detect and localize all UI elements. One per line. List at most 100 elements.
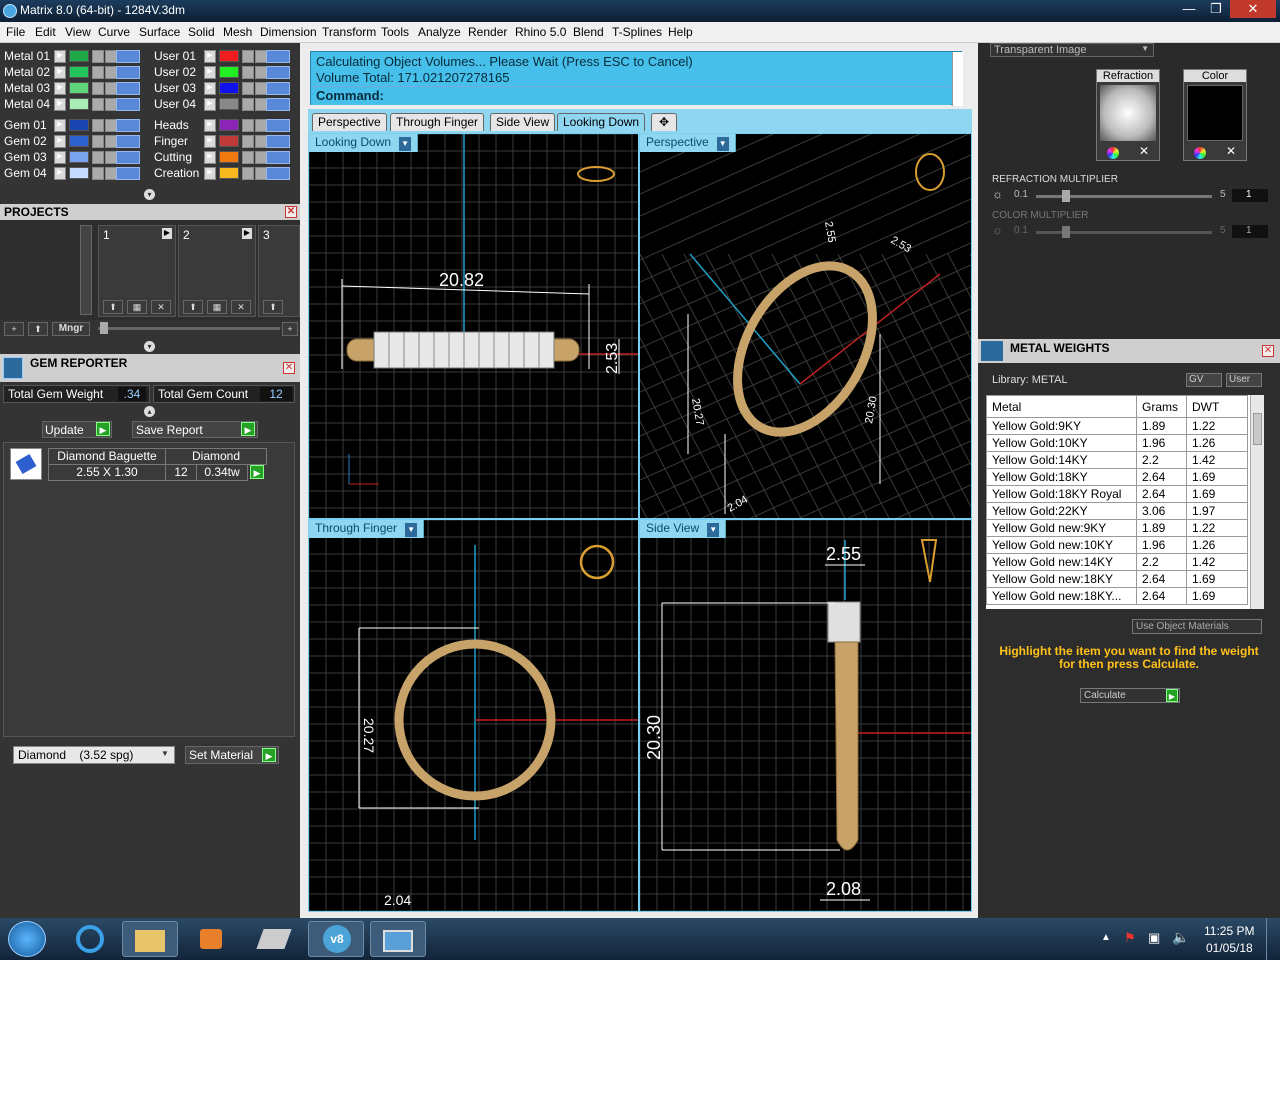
layer-color[interactable] [69, 82, 89, 94]
lock-icon[interactable] [92, 167, 104, 180]
menu-item-dimension[interactable]: Dimension [260, 25, 317, 39]
save-report-button[interactable]: Save Report ▶ [132, 421, 258, 438]
chevron-down-icon[interactable]: ▼ [399, 137, 412, 151]
lock-icon[interactable] [242, 82, 254, 95]
layer-row[interactable]: Metal 01 ▶ [0, 49, 146, 64]
clock-date[interactable]: 01/05/18 [1206, 941, 1253, 955]
add-icon[interactable]: + [282, 322, 298, 336]
metal-row[interactable]: Yellow Gold:10KY 1.96 1.26 [986, 434, 1248, 452]
command-box[interactable]: Calculating Object Volumes... Please Wai… [310, 51, 963, 106]
menu-item-blend[interactable]: Blend [573, 25, 604, 39]
command-line[interactable]: Command: [311, 86, 951, 105]
lock-icon[interactable] [242, 66, 254, 79]
layer-color[interactable] [219, 66, 239, 78]
lock-icon[interactable] [242, 167, 254, 180]
play-icon[interactable]: ▶ [204, 135, 216, 148]
visibility-toggle[interactable] [266, 167, 290, 180]
calculate-button[interactable]: Calculate ▶ [1080, 688, 1180, 703]
lock-icon[interactable] [242, 50, 254, 63]
upload-icon[interactable]: ⬆ [183, 300, 203, 314]
color-swatch[interactable]: Color ✕ [1183, 69, 1247, 161]
show-desktop-button[interactable] [1266, 918, 1280, 960]
visibility-toggle[interactable] [116, 50, 140, 63]
projects-close-icon[interactable]: ✕ [285, 206, 297, 218]
layer-row[interactable]: Gem 04 ▶ [0, 166, 146, 181]
tab-perspective[interactable]: Perspective [312, 113, 387, 131]
volume-icon[interactable]: 🔈 [1172, 929, 1189, 946]
visibility-toggle[interactable] [266, 135, 290, 148]
metal-row[interactable]: Yellow Gold:9KY 1.89 1.22 [986, 417, 1248, 435]
internet-explorer-icon[interactable] [62, 921, 118, 957]
layer-color[interactable] [69, 50, 89, 62]
metal-row[interactable]: Yellow Gold new:18KY... 2.64 1.69 [986, 587, 1248, 605]
metal-row[interactable]: Yellow Gold new:14KY 2.2 1.42 [986, 553, 1248, 571]
collapse-icon[interactable]: ▴ [144, 406, 155, 417]
menu-item-edit[interactable]: Edit [35, 25, 56, 39]
lock-icon[interactable] [92, 135, 104, 148]
metal-weights-close-icon[interactable]: ✕ [1262, 345, 1274, 357]
play-icon[interactable]: ▶ [204, 167, 216, 180]
layer-row[interactable]: User 02 ▶ [150, 65, 296, 80]
show-hidden-icons[interactable]: ▲ [1101, 932, 1111, 943]
clear-icon[interactable]: ✕ [1139, 144, 1149, 158]
image-viewer-icon[interactable] [370, 921, 426, 957]
material-select[interactable]: Diamond (3.52 spg) ▼ [13, 746, 175, 764]
layer-color[interactable] [219, 98, 239, 110]
lock-icon[interactable] [92, 98, 104, 111]
project-slot-2[interactable]: 2 ▶ ⬆ ▦ ✕ [178, 225, 256, 317]
explorer-icon[interactable] [122, 921, 178, 957]
viewport-label[interactable]: Through Finger ▼ [309, 520, 425, 538]
play-icon[interactable]: ▶ [54, 82, 66, 95]
menu-item-surface[interactable]: Surface [139, 25, 180, 39]
menu-item-transform[interactable]: Transform [322, 25, 376, 39]
collapse-icon[interactable]: ▾ [144, 189, 155, 200]
tab-through-finger[interactable]: Through Finger [390, 113, 485, 131]
slider-handle[interactable] [1062, 226, 1070, 238]
metal-row[interactable]: Yellow Gold:14KY 2.2 1.42 [986, 451, 1248, 469]
metal-row[interactable]: Yellow Gold new:10KY 1.96 1.26 [986, 536, 1248, 554]
layer-color[interactable] [219, 151, 239, 163]
lock-icon[interactable] [92, 119, 104, 132]
layer-row[interactable]: User 04 ▶ [150, 97, 296, 112]
manager-button[interactable]: Mngr [52, 322, 90, 336]
collapse-icon[interactable]: ▾ [144, 341, 155, 352]
delete-icon[interactable]: ✕ [151, 300, 171, 314]
visibility-toggle[interactable] [116, 151, 140, 164]
lock-icon[interactable] [242, 119, 254, 132]
viewport-through-finger[interactable]: 20.27 2.04 Through Finger ▼ [308, 519, 639, 912]
minimize-button[interactable]: — [1176, 0, 1202, 18]
layer-color[interactable] [219, 167, 239, 179]
add-icon[interactable]: + [4, 322, 24, 336]
play-icon[interactable]: ▶ [54, 50, 66, 63]
scroll-thumb[interactable] [1253, 413, 1262, 445]
set-material-button[interactable]: Set Material ▶ [185, 746, 279, 764]
visibility-toggle[interactable] [116, 167, 140, 180]
play-icon[interactable]: ▶ [54, 135, 66, 148]
refraction-swatch[interactable]: Refraction ✕ [1096, 69, 1160, 161]
lock-icon[interactable] [92, 50, 104, 63]
slider-handle[interactable] [1062, 190, 1070, 202]
col-grams[interactable]: Grams [1136, 395, 1187, 418]
table-scrollbar[interactable] [1250, 395, 1264, 609]
gem-thumbnail[interactable] [10, 448, 42, 480]
layer-color[interactable] [69, 135, 89, 147]
menu-item-rhino-5-0[interactable]: Rhino 5.0 [515, 25, 566, 39]
upload-icon[interactable]: ⬆ [263, 300, 283, 314]
lock-icon[interactable] [92, 66, 104, 79]
clock-time[interactable]: 11:25 PM [1204, 924, 1254, 938]
layer-row[interactable]: Heads ▶ [150, 118, 296, 133]
projects-slider[interactable] [98, 327, 280, 330]
network-icon[interactable]: ▣ [1148, 930, 1160, 946]
layer-color[interactable] [69, 119, 89, 131]
layer-row[interactable]: Gem 03 ▶ [0, 150, 146, 165]
menu-item-solid[interactable]: Solid [188, 25, 215, 39]
col-metal[interactable]: Metal [986, 395, 1137, 418]
play-icon[interactable]: ▶ [54, 98, 66, 111]
play-icon[interactable]: ▶ [204, 82, 216, 95]
layer-row[interactable]: Finger ▶ [150, 134, 296, 149]
play-icon[interactable]: ▶ [204, 50, 216, 63]
menu-item-file[interactable]: File [6, 25, 25, 39]
play-icon[interactable]: ▶ [162, 228, 172, 239]
play-icon[interactable]: ▶ [54, 151, 66, 164]
metal-row[interactable]: Yellow Gold:22KY 3.06 1.97 [986, 502, 1248, 520]
